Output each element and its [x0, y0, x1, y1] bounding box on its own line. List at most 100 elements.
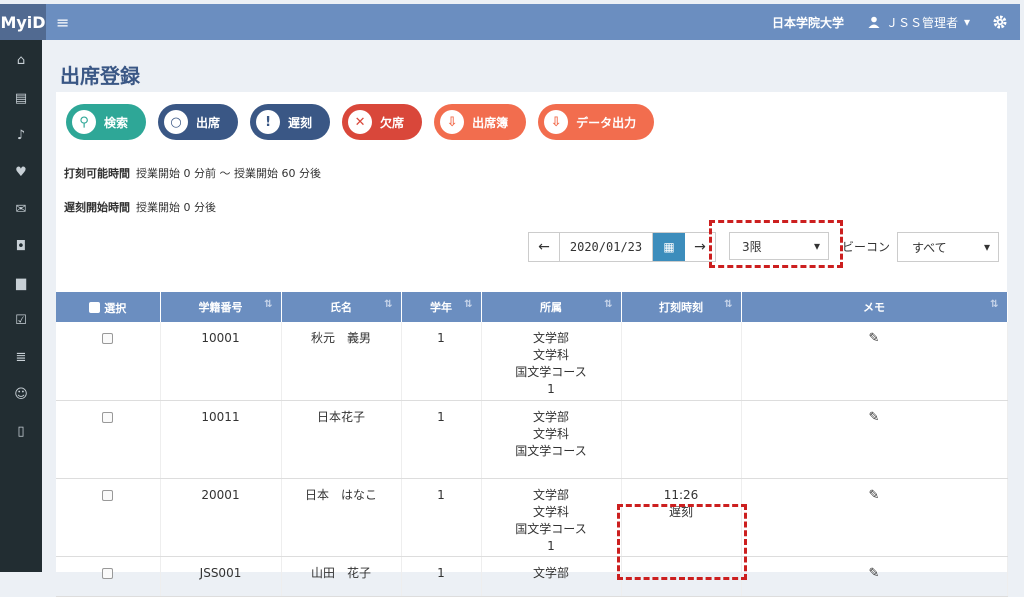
cloud-download-icon: ⇩ — [440, 110, 465, 134]
name-cell: 秋元 義男 — [281, 322, 402, 401]
user-icon — [868, 16, 880, 28]
affiliation-cell: 文学部 文学科 国文学コース — [481, 400, 622, 479]
student-no-header-label: 学籍番号 — [198, 301, 243, 314]
book-icon[interactable]: ▆ — [0, 265, 42, 302]
attendance-panel: ⚲ 検索 ○ 出席 ! 遅刻 ✕ 欠席 ⇩ 出席簿 ⇩ データ出力 打刻可能時間 授業開始 0… — [56, 92, 1008, 597]
stamp-window-label: 打刻可能時間 — [64, 167, 130, 180]
affiliation-line: 文学科 — [532, 504, 569, 519]
name-cell: 日本花子 — [281, 400, 402, 479]
home-icon[interactable]: ⌂ — [0, 40, 42, 80]
train-icon[interactable]: ◘ — [0, 228, 42, 265]
late-start-value: 授業開始 0 分後 — [136, 201, 216, 214]
database-icon[interactable]: ≣ — [0, 339, 42, 376]
memo-cell: ✎ — [741, 322, 1008, 401]
name-cell: 山田 花子 — [281, 556, 402, 597]
beacon-select[interactable]: すべて ▾ — [897, 232, 999, 262]
absent-button[interactable]: ✕ 欠席 — [342, 104, 423, 140]
memo-cell: ✎ — [741, 400, 1008, 479]
memo-column-header[interactable]: メモ ⇅ — [741, 292, 1008, 322]
pencil-icon[interactable]: ✎ — [869, 410, 880, 425]
affiliation-line: 文学科 — [532, 348, 569, 362]
user-menu[interactable]: ＪＳＳ管理者 ▾ — [868, 14, 970, 31]
absent-button-label: 欠席 — [380, 115, 405, 130]
pencil-icon[interactable]: ✎ — [869, 488, 880, 503]
circle-icon: ○ — [164, 110, 189, 134]
page-title: 出席登録 — [60, 64, 140, 88]
year-column-header[interactable]: 学年 ⇅ — [401, 292, 482, 322]
row-checkbox[interactable] — [102, 489, 114, 501]
select-column-header[interactable]: 選択 — [56, 292, 161, 322]
sort-icon[interactable]: ⇅ — [384, 299, 392, 310]
highlight-period-select — [709, 220, 843, 268]
late-start-info: 遅刻開始時間 授業開始 0 分後 — [64, 199, 216, 215]
stamp-time-column-header[interactable]: 打刻時刻 ⇅ — [621, 292, 742, 322]
beacon-select-value: すべて — [912, 240, 947, 255]
sidebar: ⌂ ▤ ♪ ♥ ✉ ◘ ▆ ☑ ≣ ☺ ▯ — [0, 40, 42, 572]
search-button[interactable]: ⚲ 検索 — [66, 104, 147, 140]
app-logo[interactable]: MyiD — [0, 4, 46, 40]
attend-button[interactable]: ○ 出席 — [158, 104, 239, 140]
id-card-icon[interactable]: ▤ — [0, 80, 42, 117]
student-no-cell: 20001 — [160, 478, 282, 557]
gear-icon[interactable] — [992, 14, 1008, 30]
affiliation-line: 1 — [547, 538, 555, 553]
name-column-header[interactable]: 氏名 ⇅ — [281, 292, 402, 322]
menu-toggle-icon[interactable]: ≡ — [56, 13, 69, 32]
row-checkbox[interactable] — [102, 411, 114, 423]
stamp-time-cell — [621, 322, 742, 401]
memo-header-label: メモ — [863, 301, 885, 314]
year-header-label: 学年 — [430, 301, 452, 314]
mobile-icon[interactable]: ▯ — [0, 413, 42, 450]
year-cell: 1 — [401, 400, 482, 479]
stamp-window-info: 打刻可能時間 授業開始 0 分前 〜 授業開始 60 分後 — [64, 165, 321, 181]
select-all-checkbox[interactable] — [89, 301, 101, 313]
memo-cell: ✎ — [741, 556, 1008, 597]
sort-icon[interactable]: ⇅ — [464, 299, 472, 310]
calendar-icon[interactable]: ▦ — [653, 233, 685, 261]
student-no-cell: JSS001 — [160, 556, 282, 597]
select-cell — [56, 322, 161, 401]
bell-icon[interactable]: ♪ — [0, 117, 42, 154]
date-input[interactable]: 2020/01/23 — [559, 233, 653, 261]
late-start-label: 遅刻開始時間 — [64, 201, 130, 214]
affiliation-cell: 文学部 文学科 国文学コース 1 — [481, 478, 622, 557]
affiliation-line: 国文学コース — [515, 521, 587, 536]
table-row: 10001 秋元 義男 1 文学部 文学科 国文学コース 1 ✎ — [56, 322, 1008, 401]
pencil-icon[interactable]: ✎ — [869, 566, 880, 581]
beacon-label: ビーコン — [842, 240, 891, 254]
late-button[interactable]: ! 遅刻 — [250, 104, 331, 140]
student-no-column-header[interactable]: 学籍番号 ⇅ — [160, 292, 282, 322]
affiliation-line: 文学部 — [532, 409, 569, 424]
stamp-time-line: 11:26 — [663, 487, 699, 502]
table-row: 20001 日本 はなこ 1 文学部 文学科 国文学コース 1 11:26 遅刻 ✎ — [56, 478, 1008, 557]
pencil-icon[interactable]: ✎ — [869, 331, 880, 346]
attendance-book-button-label: 出席簿 — [472, 115, 509, 130]
main-content: 出席登録 ⚲ 検索 ○ 出席 ! 遅刻 ✕ 欠席 ⇩ 出席簿 ⇩ データ出力 打刻可能時間授… — [42, 40, 1020, 597]
select-cell — [56, 400, 161, 479]
prev-date-button[interactable]: ← — [529, 233, 559, 261]
chevron-down-icon: ▾ — [983, 240, 990, 254]
select-header-label: 選択 — [104, 301, 127, 315]
top-navbar: MyiD ≡ 日本学院大学 ＪＳＳ管理者 ▾ — [0, 4, 1020, 40]
envelope-icon[interactable]: ✉ — [0, 191, 42, 228]
heartbeat-icon[interactable]: ♥ — [0, 154, 42, 191]
affiliation-column-header[interactable]: 所属 ⇅ — [481, 292, 622, 322]
sort-icon[interactable]: ⇅ — [990, 299, 998, 310]
sort-icon[interactable]: ⇅ — [724, 299, 732, 310]
attendance-book-button[interactable]: ⇩ 出席簿 — [434, 104, 527, 140]
late-button-label: 遅刻 — [288, 115, 313, 130]
search-button-label: 検索 — [104, 115, 129, 130]
table-row: 10011 日本花子 1 文学部 文学科 国文学コース ✎ — [56, 400, 1008, 479]
select-cell — [56, 478, 161, 557]
year-cell: 1 — [401, 322, 482, 401]
student-no-cell: 10011 — [160, 400, 282, 479]
sort-icon[interactable]: ⇅ — [264, 299, 272, 310]
calendar-check-icon[interactable]: ☑ — [0, 302, 42, 339]
data-export-button[interactable]: ⇩ データ出力 — [538, 104, 655, 140]
select-cell — [56, 556, 161, 597]
sort-icon[interactable]: ⇅ — [604, 299, 612, 310]
row-checkbox[interactable] — [102, 567, 114, 579]
stamp-time-header-label: 打刻時刻 — [659, 301, 703, 314]
user-cog-icon[interactable]: ☺ — [0, 376, 42, 413]
row-checkbox[interactable] — [102, 333, 114, 344]
